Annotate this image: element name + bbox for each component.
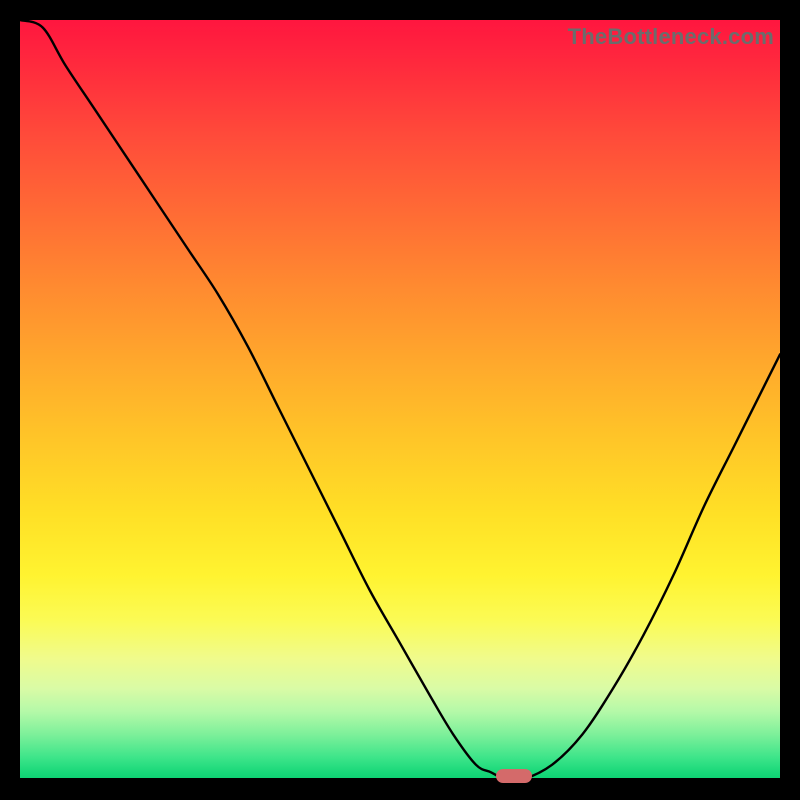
bottleneck-curve [20, 20, 780, 780]
chart-frame: TheBottleneck.com [0, 0, 800, 800]
plot-area: TheBottleneck.com [20, 20, 780, 780]
optimal-point-marker [496, 769, 532, 783]
